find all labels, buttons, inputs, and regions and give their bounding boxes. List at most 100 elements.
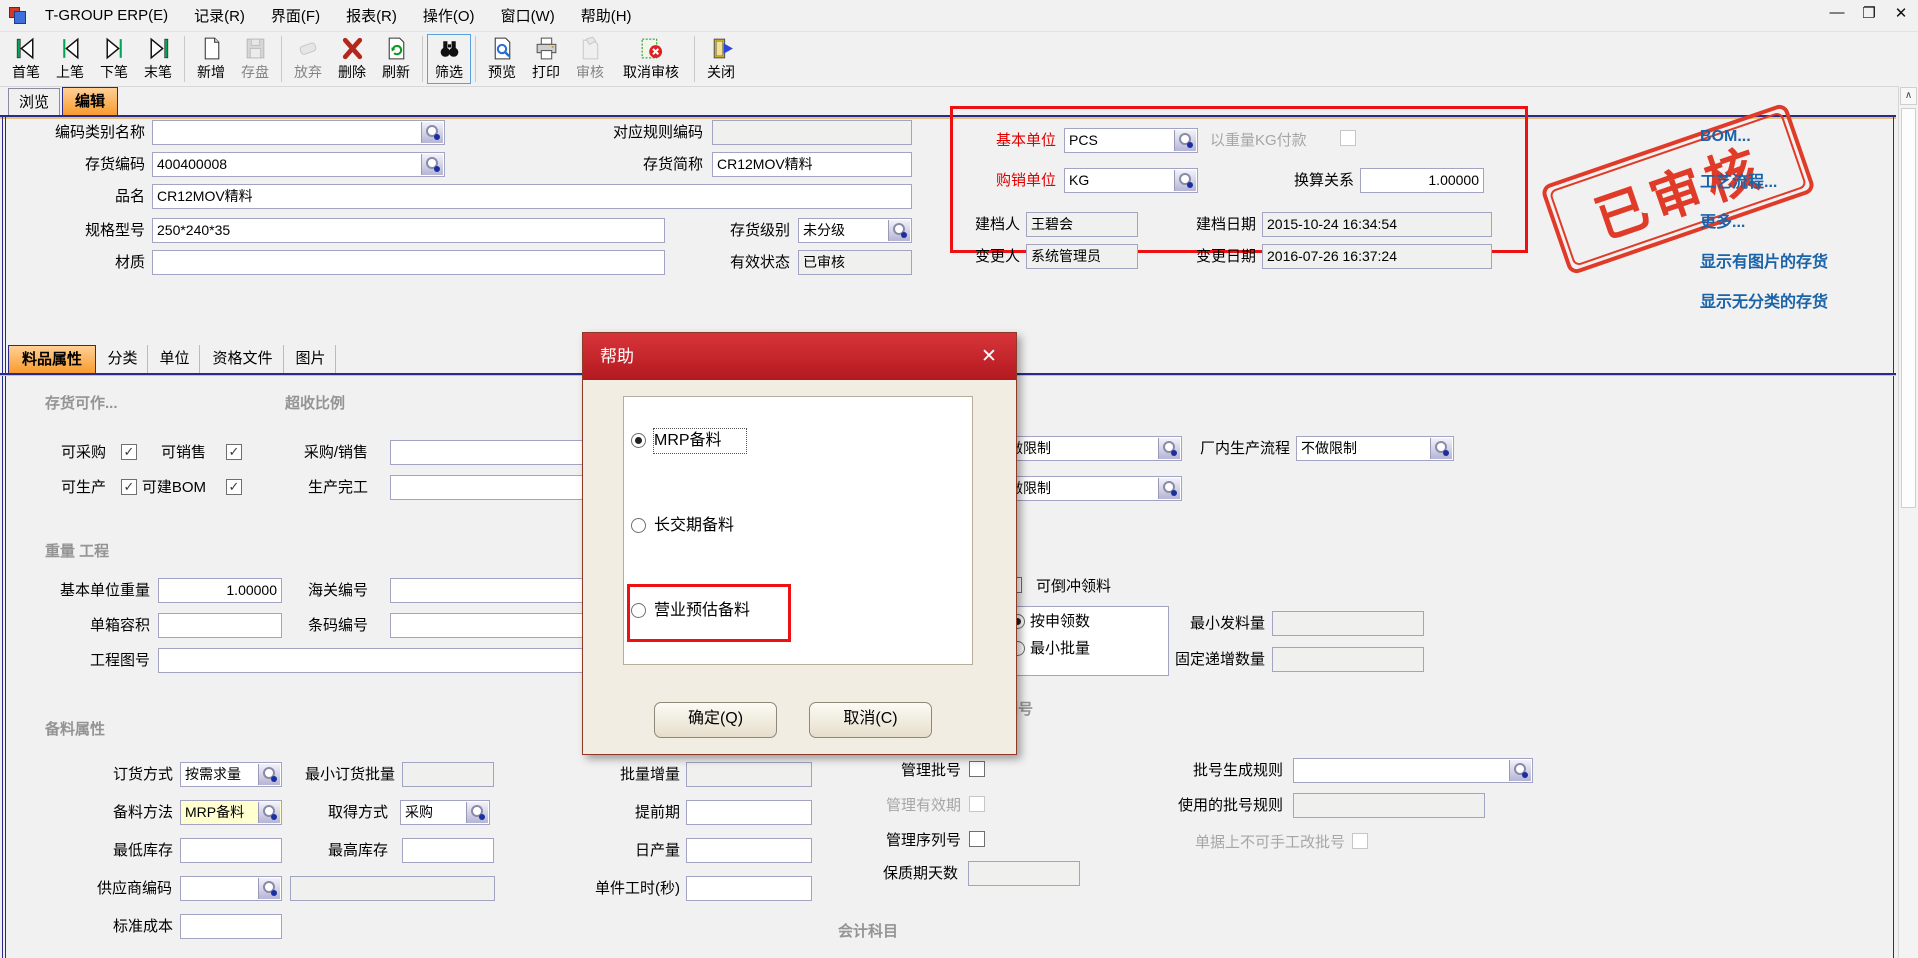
tab-image[interactable]: 图片 (286, 345, 336, 373)
restriction-field-2[interactable]: 不做限制 (990, 476, 1182, 501)
material-field[interactable] (152, 250, 665, 275)
factory-flow-field[interactable]: 不做限制 (1296, 436, 1454, 461)
menu-item-record[interactable]: 记录(R) (181, 5, 258, 26)
supplier-code-field[interactable] (180, 876, 282, 901)
last-record-button[interactable]: 末笔 (136, 34, 180, 84)
tab-qualification-files[interactable]: 资格文件 (202, 345, 284, 373)
manage-batch-checkbox[interactable] (969, 761, 985, 777)
prep-method-field[interactable]: MRP备料 (180, 800, 282, 825)
erp-window: T-GROUP ERP(E) 记录(R) 界面(F) 报表(R) 操作(O) 窗… (0, 0, 1918, 958)
base-unit-weight-field[interactable]: 1.00000 (158, 578, 282, 603)
scrollbar-thumb[interactable] (1901, 108, 1916, 508)
link-process-flow[interactable]: 工艺流程... (1700, 168, 1777, 192)
order-mode-field[interactable]: 按需求量 (180, 762, 282, 787)
option-long-lead-radio[interactable] (631, 518, 646, 533)
trade-unit-field[interactable]: KG (1064, 168, 1198, 193)
coding-category-field[interactable] (152, 120, 445, 145)
base-unit-field[interactable]: PCS (1064, 128, 1198, 153)
cancel-audit-button[interactable]: 取消审核 (612, 34, 690, 84)
acquire-mode-field[interactable]: 采购 (400, 800, 490, 825)
lookup-icon[interactable] (1509, 760, 1531, 781)
dialog-close-icon[interactable]: ✕ (972, 333, 1006, 380)
menu-item-window[interactable]: 窗口(W) (488, 5, 568, 26)
spec-field[interactable]: 250*240*35 (152, 218, 665, 243)
menu-item-app[interactable]: T-GROUP ERP(E) (32, 7, 181, 24)
link-show-with-image[interactable]: 显示有图片的存货 (1700, 248, 1828, 272)
tab-category[interactable]: 分类 (98, 345, 148, 373)
max-stock-field[interactable] (402, 838, 494, 863)
lookup-icon[interactable] (258, 802, 280, 823)
preview-icon (489, 35, 516, 62)
bomable-checkbox[interactable]: ✓ (226, 479, 242, 495)
sellable-checkbox[interactable]: ✓ (226, 444, 242, 460)
restore-button[interactable]: ❐ (1860, 4, 1878, 22)
lead-time-field[interactable] (686, 800, 812, 825)
print-button[interactable]: 打印 (524, 34, 568, 84)
unit-work-sec-field[interactable] (686, 876, 812, 901)
tab-browse[interactable]: 浏览 (8, 88, 60, 116)
shelf-days-field[interactable] (968, 861, 1080, 886)
close-form-button[interactable]: 关闭 (699, 34, 743, 84)
supplier-name-field (290, 876, 495, 901)
prev-record-button[interactable]: 上笔 (48, 34, 92, 84)
lookup-icon[interactable] (1174, 170, 1196, 191)
by-min-batch-label: 最小批量 (1030, 637, 1120, 661)
dialog-ok-button[interactable]: 确定(Q) (654, 702, 777, 738)
lookup-icon[interactable] (1174, 130, 1196, 151)
option-long-lead-label[interactable]: 长交期备料 (654, 514, 784, 538)
lookup-icon[interactable] (466, 802, 488, 823)
item-code-field[interactable]: 400400008 (152, 152, 445, 177)
option-sales-estimate-label[interactable]: 营业预估备料 (654, 599, 804, 623)
option-sales-estimate-radio[interactable] (631, 603, 646, 618)
lookup-icon[interactable] (258, 878, 280, 899)
base-unit-label: 基本单位 (980, 129, 1056, 153)
preview-button[interactable]: 预览 (480, 34, 524, 84)
manage-serial-checkbox[interactable] (969, 831, 985, 847)
menu-item-interface[interactable]: 界面(F) (258, 5, 333, 26)
std-cost-field[interactable] (180, 914, 282, 939)
menu-item-operation[interactable]: 操作(O) (410, 5, 488, 26)
option-mrp-radio[interactable] (631, 433, 646, 448)
tab-unit[interactable]: 单位 (150, 345, 200, 373)
lookup-icon[interactable] (1158, 438, 1180, 459)
lookup-icon[interactable] (258, 764, 280, 785)
conversion-field[interactable]: 1.00000 (1360, 168, 1484, 193)
lookup-icon[interactable] (1158, 478, 1180, 499)
new-button[interactable]: 新增 (189, 34, 233, 84)
delete-button[interactable]: 删除 (330, 34, 374, 84)
item-abbr-field[interactable]: CR12MOV精料 (712, 152, 912, 177)
help-dialog-title[interactable]: 帮助 (583, 333, 1016, 380)
lookup-icon[interactable] (888, 220, 910, 241)
filter-button[interactable]: 筛选 (427, 34, 471, 84)
first-record-button[interactable]: 首笔 (4, 34, 48, 84)
tab-item-attributes[interactable]: 料品属性 (8, 345, 96, 373)
lookup-icon[interactable] (421, 122, 443, 143)
lookup-icon[interactable] (421, 154, 443, 175)
item-name-field[interactable]: CR12MOV精料 (152, 184, 912, 209)
link-bom[interactable]: BOM... (1700, 128, 1751, 146)
daily-output-field[interactable] (686, 838, 812, 863)
next-record-button[interactable]: 下笔 (92, 34, 136, 84)
menu-item-help[interactable]: 帮助(H) (568, 5, 645, 26)
min-stock-field[interactable] (180, 838, 282, 863)
minimize-button[interactable]: — (1828, 4, 1846, 22)
batch-rule-field[interactable] (1293, 758, 1533, 783)
dialog-cancel-button[interactable]: 取消(C) (809, 702, 932, 738)
tab-edit[interactable]: 编辑 (62, 87, 118, 115)
scroll-up-button[interactable]: ∧ (1900, 87, 1917, 105)
purchasable-checkbox[interactable]: ✓ (121, 444, 137, 460)
refresh-button[interactable]: 刷新 (374, 34, 418, 84)
close-window-button[interactable]: ✕ (1892, 4, 1910, 22)
restriction-field-1[interactable]: 不做限制 (990, 436, 1182, 461)
vertical-scrollbar[interactable]: ∧ (1898, 86, 1918, 958)
option-mrp-label[interactable]: MRP备料 (654, 429, 746, 453)
link-show-unclassified[interactable]: 显示无分类的存货 (1700, 288, 1828, 312)
item-level-field[interactable]: 未分级 (798, 218, 912, 243)
lookup-icon[interactable] (1430, 438, 1452, 459)
rule-code-field[interactable] (712, 120, 912, 145)
box-volume-field[interactable] (158, 613, 282, 638)
used-batch-rule-field[interactable] (1293, 793, 1485, 818)
link-more[interactable]: 更多... (1700, 208, 1745, 232)
producible-label: 可生产 (40, 476, 106, 500)
menu-item-report[interactable]: 报表(R) (333, 5, 410, 26)
